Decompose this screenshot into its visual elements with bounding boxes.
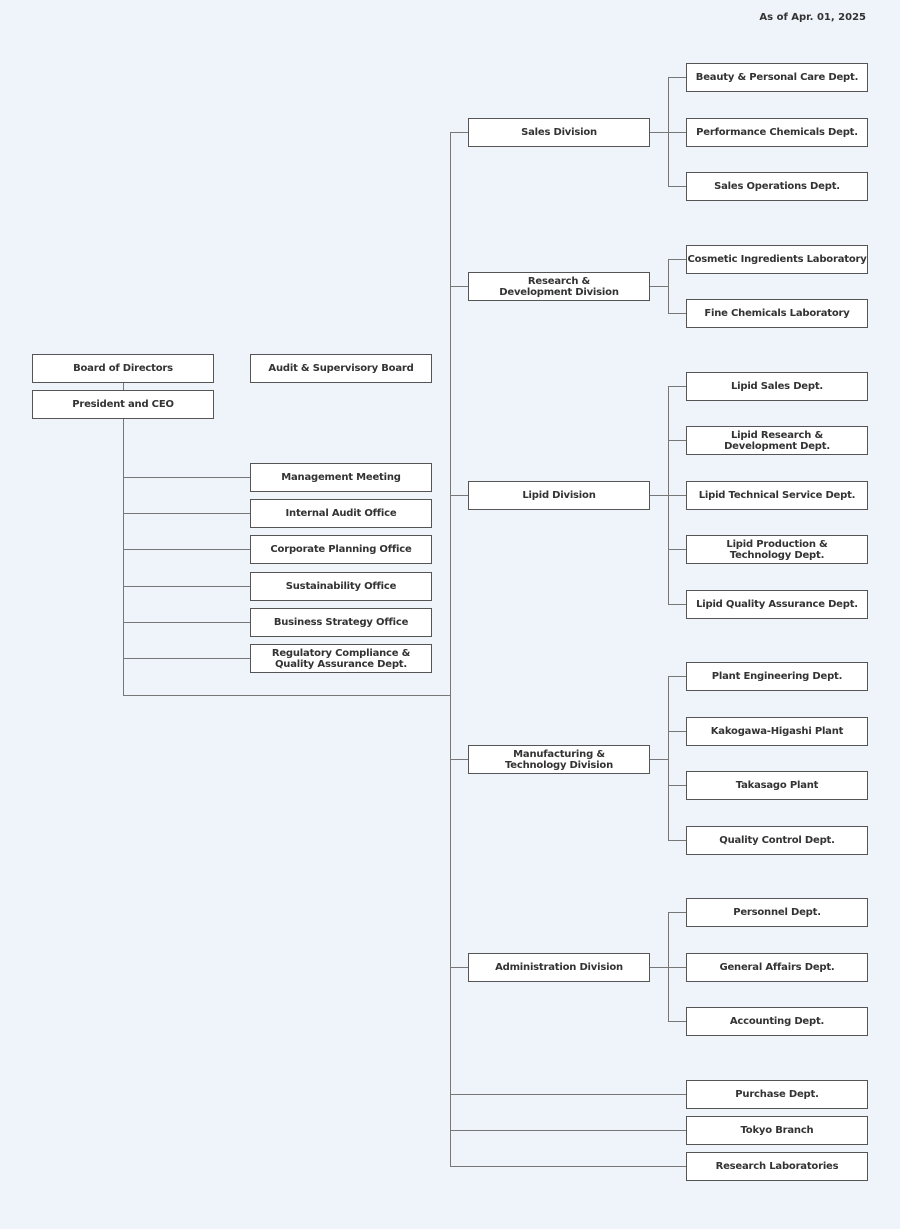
dept-plant-engineering[interactable]: Plant Engineering Dept. <box>686 662 868 691</box>
division-lipid[interactable]: Lipid Division <box>468 481 650 510</box>
staff-office-regulatory-compliance[interactable]: Regulatory Compliance & Quality Assuranc… <box>250 644 432 673</box>
division-sales[interactable]: Sales Division <box>468 118 650 147</box>
unit-research-laboratories[interactable]: Research Laboratories <box>686 1152 868 1181</box>
dept-performance-chemicals[interactable]: Performance Chemicals Dept. <box>686 118 868 147</box>
board-of-directors-box[interactable]: Board of Directors <box>32 354 214 383</box>
president-ceo-box[interactable]: President and CEO <box>32 390 214 419</box>
dept-sales-operations[interactable]: Sales Operations Dept. <box>686 172 868 201</box>
dept-lipid-production-technology[interactable]: Lipid Production & Technology Dept. <box>686 535 868 564</box>
unit-purchase-dept[interactable]: Purchase Dept. <box>686 1080 868 1109</box>
division-administration[interactable]: Administration Division <box>468 953 650 982</box>
audit-supervisory-board-box[interactable]: Audit & Supervisory Board <box>250 354 432 383</box>
dept-beauty-personal-care[interactable]: Beauty & Personal Care Dept. <box>686 63 868 92</box>
dept-personnel[interactable]: Personnel Dept. <box>686 898 868 927</box>
division-research-development[interactable]: Research & Development Division <box>468 272 650 301</box>
staff-office-management-meeting[interactable]: Management Meeting <box>250 463 432 492</box>
dept-fine-chemicals-lab[interactable]: Fine Chemicals Laboratory <box>686 299 868 328</box>
dept-cosmetic-ingredients-lab[interactable]: Cosmetic Ingredients Laboratory <box>686 245 868 274</box>
staff-office-corporate-planning[interactable]: Corporate Planning Office <box>250 535 432 564</box>
dept-accounting[interactable]: Accounting Dept. <box>686 1007 868 1036</box>
staff-office-sustainability[interactable]: Sustainability Office <box>250 572 432 601</box>
staff-office-business-strategy[interactable]: Business Strategy Office <box>250 608 432 637</box>
division-manufacturing-technology[interactable]: Manufacturing & Technology Division <box>468 745 650 774</box>
dept-takasago-plant[interactable]: Takasago Plant <box>686 771 868 800</box>
dept-general-affairs[interactable]: General Affairs Dept. <box>686 953 868 982</box>
dept-lipid-quality-assurance[interactable]: Lipid Quality Assurance Dept. <box>686 590 868 619</box>
dept-kakogawa-higashi-plant[interactable]: Kakogawa-Higashi Plant <box>686 717 868 746</box>
dept-quality-control[interactable]: Quality Control Dept. <box>686 826 868 855</box>
dept-lipid-research-development[interactable]: Lipid Research & Development Dept. <box>686 426 868 455</box>
staff-office-internal-audit[interactable]: Internal Audit Office <box>250 499 432 528</box>
dept-lipid-technical-service[interactable]: Lipid Technical Service Dept. <box>686 481 868 510</box>
dept-lipid-sales[interactable]: Lipid Sales Dept. <box>686 372 868 401</box>
unit-tokyo-branch[interactable]: Tokyo Branch <box>686 1116 868 1145</box>
